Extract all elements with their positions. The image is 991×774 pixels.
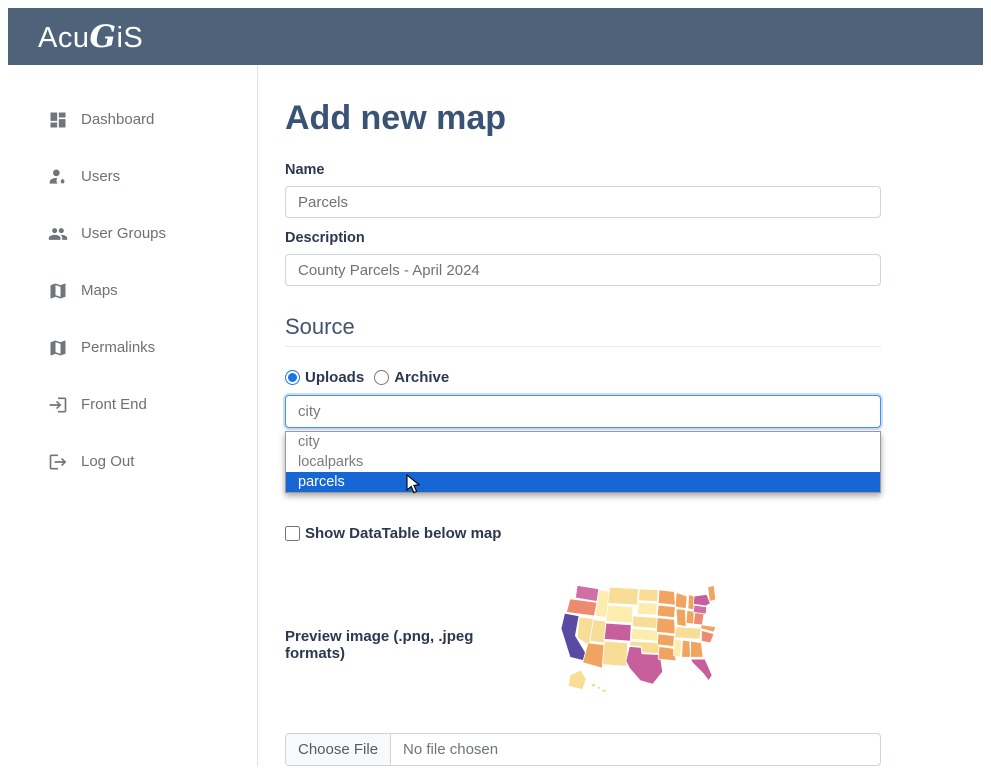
log-out-icon — [48, 452, 68, 472]
description-input[interactable] — [285, 254, 881, 286]
logo-g-glyph: G — [89, 19, 116, 55]
permalinks-icon — [48, 338, 68, 358]
datatable-checkbox-row: Show DataTable below map — [285, 525, 881, 542]
uploads-radio-label[interactable]: Uploads — [305, 369, 364, 386]
sidebar-item-label: Front End — [81, 396, 147, 413]
sidebar-item-front-end[interactable]: Front End — [8, 376, 257, 433]
sidebar-item-label: Permalinks — [81, 339, 155, 356]
name-label: Name — [285, 162, 881, 178]
name-input[interactable] — [285, 186, 881, 218]
front-end-icon — [48, 395, 68, 415]
preview-row: Preview image (.png, .jpeg formats) — [285, 568, 881, 721]
sidebar-item-label: Log Out — [81, 453, 134, 470]
sidebar-item-permalinks[interactable]: Permalinks — [8, 319, 257, 376]
user-groups-icon — [48, 224, 68, 244]
description-label: Description — [285, 230, 881, 246]
us-choropleth-icon — [543, 568, 723, 716]
layer-dropdown-list: city localparks parcels — [285, 431, 881, 493]
dropdown-option-parcels[interactable]: parcels — [286, 472, 880, 492]
sidebar-item-user-groups[interactable]: User Groups — [8, 205, 257, 262]
dashboard-icon — [48, 110, 68, 130]
uploads-radio[interactable] — [285, 370, 300, 385]
sidebar-item-label: User Groups — [81, 225, 166, 242]
show-datatable-label[interactable]: Show DataTable below map — [305, 525, 501, 542]
users-icon — [48, 167, 68, 187]
app-logo[interactable]: AcuGiS — [38, 19, 143, 55]
show-datatable-checkbox[interactable] — [285, 526, 300, 541]
sidebar: Dashboard Users User Groups Maps Permali… — [8, 65, 258, 766]
maps-icon — [48, 281, 68, 301]
sidebar-item-label: Users — [81, 168, 120, 185]
layer-search-input[interactable] — [285, 395, 881, 428]
page-title: Add new map — [285, 99, 881, 138]
sidebar-item-users[interactable]: Users — [8, 148, 257, 205]
sidebar-item-label: Dashboard — [81, 111, 154, 128]
archive-radio[interactable] — [374, 370, 389, 385]
source-section-title: Source — [285, 314, 881, 340]
mouse-cursor-icon — [406, 474, 420, 495]
preview-image-label: Preview image (.png, .jpeg formats) — [285, 628, 521, 662]
preview-file-input[interactable]: Choose File No file chosen — [285, 733, 881, 766]
choose-file-button[interactable]: Choose File — [286, 734, 391, 765]
preview-map-image — [543, 568, 723, 721]
archive-radio-label[interactable]: Archive — [394, 369, 449, 386]
source-radio-group: Uploads Archive — [285, 369, 881, 386]
dropdown-option-city[interactable]: city — [286, 432, 880, 452]
app-header: AcuGiS — [8, 8, 983, 65]
dropdown-option-localparks[interactable]: localparks — [286, 452, 880, 472]
file-status-text: No file chosen — [391, 734, 498, 765]
sidebar-item-maps[interactable]: Maps — [8, 262, 257, 319]
sidebar-item-dashboard[interactable]: Dashboard — [8, 91, 257, 148]
section-divider — [285, 346, 881, 347]
sidebar-item-log-out[interactable]: Log Out — [8, 433, 257, 490]
sidebar-item-label: Maps — [81, 282, 118, 299]
main-content: Add new map Name Description Source Uplo… — [258, 65, 881, 766]
